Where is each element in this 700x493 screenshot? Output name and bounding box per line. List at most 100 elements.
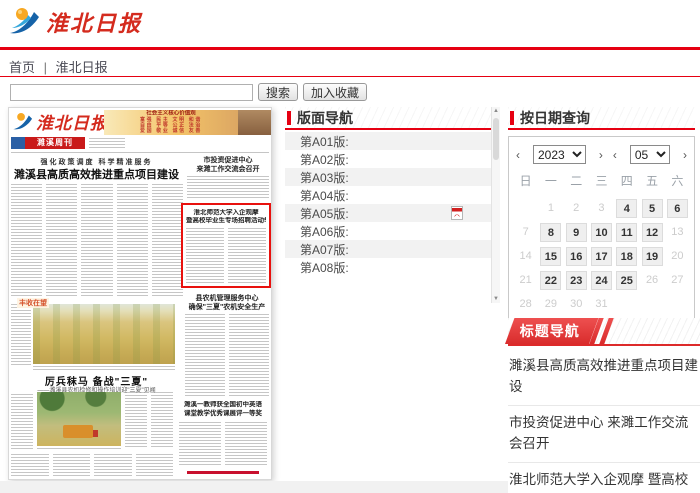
calendar-day: 20 (665, 246, 690, 267)
calendar-day: 7 (513, 222, 538, 243)
core-values-rows: 富强 民主 文明 和谐自由 平等 公正 法治爱国 敬业 诚信 友善 (104, 117, 238, 134)
calendar-grid: 1 2 3 4 5 (513, 198, 690, 315)
next-month-arrow[interactable]: › (680, 148, 690, 162)
calendar-day[interactable]: 18 (614, 246, 639, 267)
harvester-shape (63, 425, 93, 438)
date-query-header: 按日期查询 (508, 107, 695, 130)
breadcrumb-separator: | (44, 60, 47, 75)
calendar-day (665, 294, 690, 315)
scroll-down-icon[interactable]: ▼ (492, 296, 500, 302)
calendar-day: 28 (513, 294, 538, 315)
breadcrumb-current: 淮北日报 (56, 60, 108, 75)
calendar-nav: ‹ 2023 › ‹ 05 › (513, 145, 690, 164)
calendar-day[interactable]: 23 (564, 270, 589, 291)
prev-month-arrow[interactable]: ‹ (610, 148, 620, 162)
weekday-cell: 一 (538, 172, 563, 190)
agri-headline: 县农机管理服务中心 确保"三夏"农机安全生产 (185, 294, 269, 312)
teacher-article-text (179, 422, 267, 466)
add-favorite-button[interactable]: 加入收藏 (303, 83, 367, 101)
calendar-day[interactable]: 25 (614, 270, 639, 291)
weekday-cell: 五 (639, 172, 664, 190)
page-row[interactable]: 第A03版: (285, 168, 491, 186)
page-nav-scrollbar[interactable]: ▲ ▼ (491, 107, 500, 303)
calendar-day[interactable]: 4 (614, 198, 639, 219)
calendar-day[interactable]: 24 (589, 270, 614, 291)
page-row-label: 第A01版: (300, 133, 349, 150)
logo-swoosh-icon (8, 6, 42, 38)
calendar-day[interactable]: 15 (538, 246, 563, 267)
red-bar-icon (510, 111, 514, 125)
page-row[interactable]: 第A02版: (285, 150, 491, 168)
site-logo[interactable]: 淮北日报 (8, 6, 142, 38)
breadcrumb-divider (0, 76, 700, 77)
page-row[interactable]: 第A04版: (285, 186, 491, 204)
scroll-thumb[interactable] (493, 118, 499, 160)
year-select[interactable]: 2023 (533, 145, 586, 164)
weekday-cell: 六 (665, 172, 690, 190)
core-values-row: 爱国 敬业 诚信 友善 (104, 128, 238, 134)
page-row[interactable]: 第A05版: (285, 204, 491, 222)
calendar-day: 29 (538, 294, 563, 315)
page-row[interactable]: 第A01版: (285, 132, 491, 150)
search-input[interactable] (10, 84, 253, 101)
masthead-date-text (89, 138, 125, 148)
page-row-label: 第A03版: (300, 169, 349, 186)
machinery-photo-caption (37, 448, 121, 451)
title-nav-banner: 标题导航 (508, 318, 700, 346)
selected-article-box[interactable]: 淮北师范大学入企观摩 暨高校毕业生专场招聘活动举行 (181, 203, 271, 288)
newspaper-preview[interactable]: 淮北日报 濉溪周刊 社会主义核心价值观 富强 民主 文明 和谐自由 平等 公正 … (8, 107, 272, 480)
date-query-panel: 按日期查询 ‹ 2023 › ‹ 05 › 日一二三四五六 (508, 107, 695, 326)
page-row-label: 第A08版: (300, 259, 349, 276)
search-button[interactable]: 搜索 (258, 83, 298, 101)
page-row-label: 第A04版: (300, 187, 349, 204)
calendar-day[interactable]: 22 (538, 270, 563, 291)
next-year-arrow[interactable]: › (596, 148, 606, 162)
calendar-day[interactable]: 8 (538, 222, 563, 243)
newspaper-weekly-band: 濉溪周刊 (11, 137, 125, 149)
title-nav-item[interactable]: 濉溪县高质高效推进重点项目建设 (508, 349, 700, 406)
calendar-day[interactable]: 5 (639, 198, 664, 219)
red-bar-icon (287, 111, 291, 125)
title-nav-title: 标题导航 (520, 321, 580, 341)
page-row[interactable]: 第A08版: (285, 258, 491, 276)
left-narrow-column (11, 304, 31, 366)
title-nav-item[interactable]: 淮北师范大学入企观摩 暨高校毕业生专场招聘活动举行 (508, 463, 700, 493)
page-nav-list: 第A01版: 第A02版: (285, 132, 491, 276)
breadcrumb-home-link[interactable]: 首页 (9, 60, 35, 75)
calendar-day: 3 (589, 198, 614, 219)
calendar-day[interactable]: 10 (589, 222, 614, 243)
page-nav-panel: 版面导航 第A01版: 第A02版: (285, 107, 500, 303)
page-nav-header: 版面导航 (285, 107, 500, 130)
header-divider (0, 47, 700, 50)
title-nav-item[interactable]: 市投资促进中心 来濉工作交流会召开 (508, 406, 700, 463)
date-query-title: 按日期查询 (520, 108, 590, 128)
page-row[interactable]: 第A06版: (285, 222, 491, 240)
page-row-label: 第A06版: (300, 223, 349, 240)
calendar-day: 30 (564, 294, 589, 315)
bottom-wide-columns (11, 454, 173, 476)
page-row[interactable]: 第A07版: (285, 240, 491, 258)
title-nav-list: 濉溪县高质高效推进重点项目建设 市投资促进中心 来濉工作交流会召开 淮北师范大学… (508, 349, 700, 493)
calendar-day[interactable]: 12 (639, 222, 664, 243)
prev-year-arrow[interactable]: ‹ (513, 148, 523, 162)
calendar-day[interactable]: 16 (564, 246, 589, 267)
calendar-day[interactable]: 9 (564, 222, 589, 243)
month-select[interactable]: 05 (630, 145, 670, 164)
page-row-label: 第A02版: (300, 151, 349, 168)
calendar-day[interactable]: 17 (589, 246, 614, 267)
calendar-day (614, 294, 639, 315)
calendar-day[interactable]: 19 (639, 246, 664, 267)
calendar-day (639, 294, 664, 315)
photo-caption (33, 366, 175, 370)
machinery-photo (37, 392, 121, 446)
calendar-day: 14 (513, 246, 538, 267)
page-row-label: 第A05版: (300, 205, 349, 222)
newspaper-logo-icon (12, 111, 34, 138)
right-column-headline: 市投资促进中心 来濉工作交流会召开 (187, 156, 269, 174)
calendar-day[interactable]: 6 (665, 198, 690, 219)
calendar-day[interactable]: 11 (614, 222, 639, 243)
scroll-up-icon[interactable]: ▲ (492, 108, 500, 114)
pdf-icon[interactable] (451, 206, 463, 223)
main-headline: 濉溪县高质高效推进重点项目建设 (10, 166, 183, 182)
weekday-cell: 二 (564, 172, 589, 190)
